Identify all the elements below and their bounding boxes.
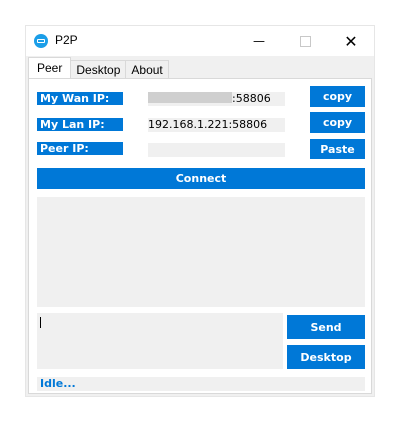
app-window: P2P — ✕ Peer Desktop About My Wan IP: :5…: [25, 25, 375, 397]
tab-desktop[interactable]: Desktop: [70, 60, 127, 78]
minimize-button[interactable]: —: [236, 26, 282, 56]
text-caret: [40, 317, 41, 328]
wan-ip-port: :58806: [232, 92, 271, 105]
maximize-button[interactable]: [282, 26, 328, 56]
title-bar[interactable]: P2P — ✕: [26, 26, 374, 56]
paste-button[interactable]: Paste: [310, 139, 365, 159]
close-icon: ✕: [344, 31, 358, 51]
tab-about[interactable]: About: [125, 60, 169, 78]
wan-ip-field: :58806: [148, 92, 285, 106]
send-button[interactable]: Send: [287, 315, 365, 339]
connect-button[interactable]: Connect: [37, 168, 365, 189]
copy-lan-button[interactable]: copy: [310, 112, 365, 133]
window-title: P2P: [55, 33, 78, 47]
close-button[interactable]: ✕: [328, 26, 374, 56]
desktop-button[interactable]: Desktop: [287, 345, 365, 369]
peer-panel: My Wan IP: :58806 copy My Lan IP: 192.16…: [28, 78, 372, 394]
maximize-icon: [299, 35, 311, 47]
redacted-ip: [148, 92, 232, 103]
peer-ip-label: Peer IP:: [37, 142, 123, 155]
wan-ip-label: My Wan IP:: [37, 92, 123, 105]
message-input[interactable]: [37, 313, 283, 369]
message-log[interactable]: [37, 197, 365, 307]
tab-bar: Peer Desktop About: [28, 57, 169, 78]
lan-ip-label: My Lan IP:: [37, 118, 123, 131]
minimize-icon: —: [253, 34, 265, 48]
tab-peer[interactable]: Peer: [28, 57, 72, 78]
peer-ip-input[interactable]: [148, 143, 285, 157]
app-icon: [34, 34, 48, 48]
copy-wan-button[interactable]: copy: [310, 86, 365, 107]
status-bar: Idle...: [37, 377, 365, 391]
lan-ip-field: 192.168.1.221:58806: [148, 118, 285, 132]
